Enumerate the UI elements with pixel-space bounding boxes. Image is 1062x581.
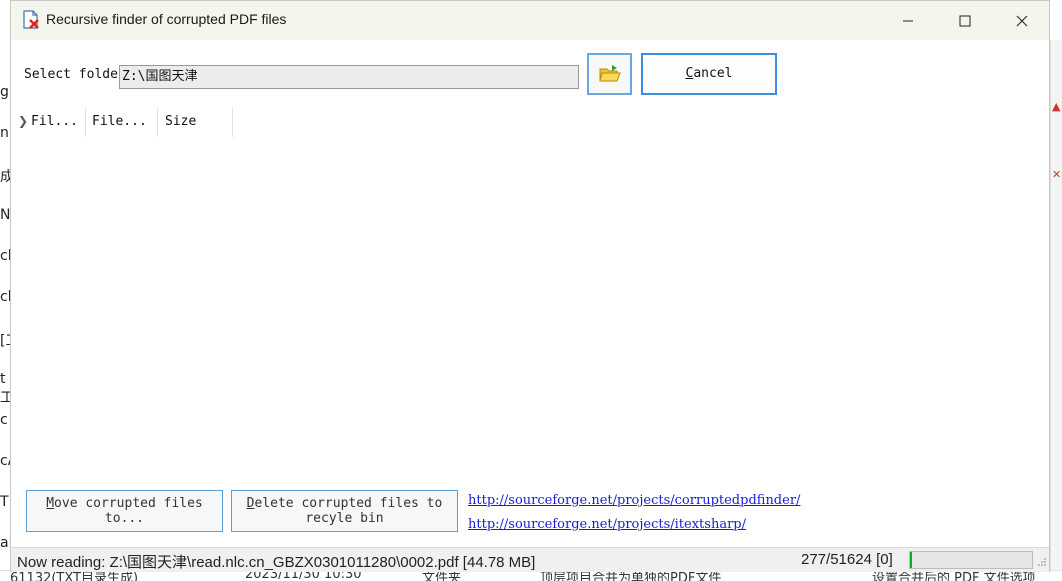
status-now-reading: Now reading: Z:\国图天津\read.nlc.cn_GBZX030… — [17, 554, 536, 571]
move-mnemonic: M — [46, 496, 55, 511]
select-folder-label: Select folder — [24, 67, 126, 82]
column-divider[interactable] — [232, 107, 233, 137]
scan-progress-bar — [909, 551, 1033, 569]
column-header-size[interactable]: Size — [165, 114, 196, 129]
close-button[interactable] — [993, 1, 1051, 40]
move-label-line1: ove corrupted files — [54, 496, 203, 511]
cancel-label: ancel — [693, 66, 733, 81]
status-file-count: 277/51624 [0] — [801, 551, 893, 568]
pdf-error-icon — [23, 10, 39, 29]
progress-fill — [910, 552, 912, 568]
chevron-right-icon[interactable]: ❯ — [18, 114, 28, 128]
minimize-button[interactable] — [879, 1, 937, 40]
column-header-filepath[interactable]: File... — [92, 114, 147, 129]
title-bar[interactable]: Recursive finder of corrupted PDF files — [11, 1, 1049, 40]
sourceforge-itextsharp-link[interactable]: http://sourceforge.net/projects/itextsha… — [468, 517, 746, 532]
resize-grip-icon[interactable] — [1037, 557, 1047, 567]
close-icon — [1016, 15, 1028, 26]
window-title: Recursive finder of corrupted PDF files — [46, 11, 287, 27]
file-list-header: ❯ Fil... File... Size — [11, 107, 251, 137]
cancel-button[interactable]: Cancel — [641, 53, 777, 95]
bg-marker-icon: ✕ — [1052, 168, 1062, 181]
column-divider[interactable] — [85, 107, 86, 137]
bg-marker-icon: ▲ — [1052, 100, 1061, 113]
maximize-button[interactable] — [936, 1, 994, 40]
delete-label-line1: elete corrupted files to — [254, 496, 443, 511]
folder-path-input[interactable]: Z:\国图天津 — [119, 65, 579, 89]
folder-open-icon — [598, 65, 621, 82]
move-corrupted-files-button[interactable]: Move corrupted files to... — [26, 490, 223, 532]
app-window: Recursive finder of corrupted PDF files … — [10, 0, 1050, 572]
delete-label-line2: recyle bin — [305, 511, 384, 526]
maximize-icon — [959, 15, 971, 26]
column-divider[interactable] — [157, 107, 158, 137]
column-header-filename[interactable]: Fil... — [31, 114, 78, 129]
delete-corrupted-files-button[interactable]: Delete corrupted files to recyle bin — [231, 490, 458, 532]
background-right-window — [1050, 40, 1062, 580]
browse-folder-button[interactable] — [587, 53, 632, 95]
minimize-icon — [903, 20, 913, 21]
background-left-window: g nl 成 No ck ch [工 t工 c cA T al — [0, 40, 19, 580]
move-label-line2: to... — [104, 511, 145, 526]
status-bar: Now reading: Z:\国图天津\read.nlc.cn_GBZX030… — [11, 547, 1049, 572]
sourceforge-corruptedpdfinder-link[interactable]: http://sourceforge.net/projects/corrupte… — [468, 493, 800, 508]
